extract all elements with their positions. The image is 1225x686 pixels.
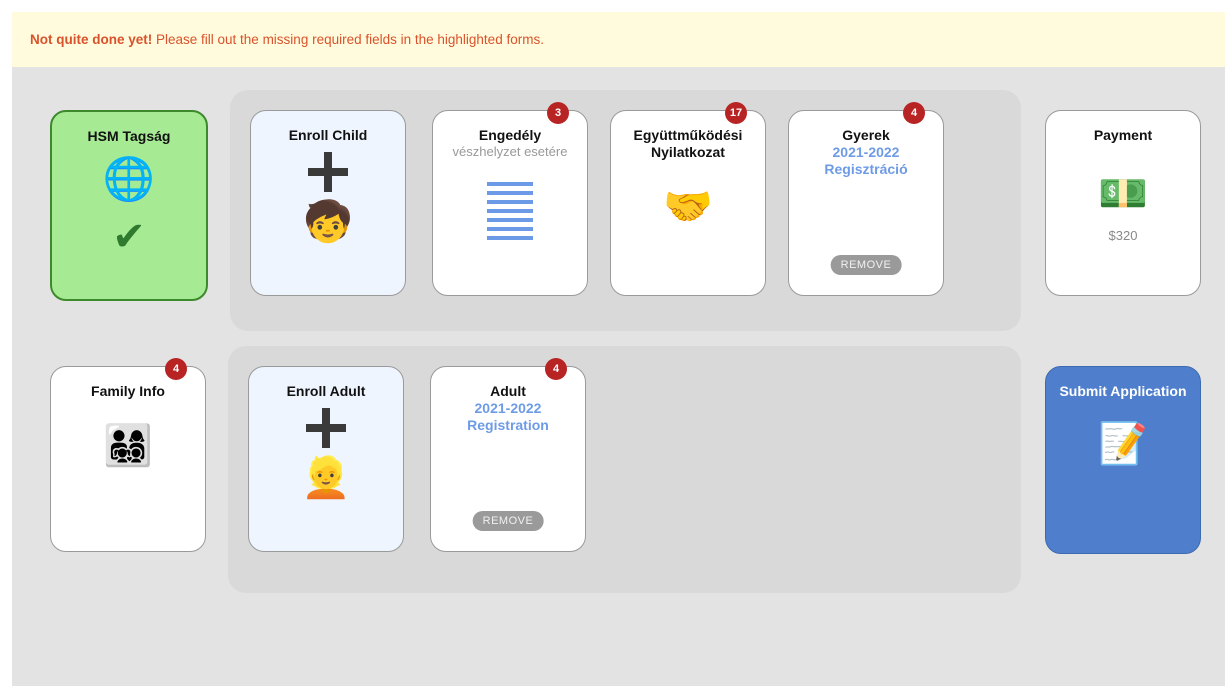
child-icon: 🧒 [303, 200, 353, 244]
gyerek-card[interactable]: 4 Gyerek 2021-2022 Regisztráció REMOVE [788, 102, 944, 296]
adult-year: 2021-2022 [474, 400, 542, 416]
adult-subtitle: Registration [467, 417, 549, 433]
adult-remove-button[interactable]: REMOVE [472, 511, 544, 531]
enroll-adult-card[interactable]: Enroll Adult 👱 [248, 366, 404, 552]
top-strip [0, 0, 1225, 12]
submit-title: Submit Application [1059, 383, 1187, 399]
engedely-card[interactable]: 3 Engedély vészhelyzet esetére [432, 102, 588, 296]
adult-card[interactable]: 4 Adult 2021-2022 Registration REMOVE [430, 358, 586, 552]
globe-icon: 🌐 [102, 155, 156, 202]
handshake-icon: 🤝 [663, 185, 713, 229]
family-info-title: Family Info [91, 383, 165, 399]
gyerek-subtitle: Regisztráció [824, 161, 908, 177]
engedely-badge: 3 [547, 102, 569, 124]
adult-badge: 4 [545, 358, 567, 380]
gyerek-title: Gyerek [842, 127, 890, 143]
alert-strong: Not quite done yet! [30, 32, 153, 47]
nyilatkozat-card[interactable]: 17 Együttműködési Nyilatkozat 🤝 [610, 102, 766, 296]
gyerek-badge: 4 [903, 102, 925, 124]
payment-card[interactable]: Payment 💵 $320 [1045, 110, 1201, 296]
plus-icon [308, 152, 348, 192]
gyerek-remove-button[interactable]: REMOVE [830, 255, 902, 275]
payment-title: Payment [1093, 127, 1153, 143]
checkmark-icon: ✔ [112, 215, 146, 259]
plus-icon [306, 408, 346, 448]
enroll-child-card[interactable]: Enroll Child 🧒 [250, 110, 406, 296]
memo-icon: 📝 [1098, 422, 1148, 466]
adult-icon: 👱 [301, 456, 351, 500]
membership-title: HSM Tagság [87, 128, 171, 144]
gyerek-year: 2021-2022 [832, 144, 900, 160]
nyilatkozat-badge: 17 [725, 102, 747, 124]
alert-text: Please fill out the missing required fie… [152, 32, 544, 47]
adult-title: Adult [490, 383, 526, 399]
family-info-card[interactable]: 4 Family Info 👨‍👩‍👧‍👦 [50, 358, 206, 552]
engedely-title: Engedély [478, 127, 542, 143]
family-info-badge: 4 [165, 358, 187, 380]
stage: HSM Tagság 🌐 ✔ Enroll Child 🧒 3 Engedély… [12, 67, 1225, 686]
membership-card[interactable]: HSM Tagság 🌐 ✔ [50, 110, 208, 301]
document-lines-icon [487, 182, 533, 240]
enroll-child-title: Enroll Child [288, 127, 368, 143]
enroll-adult-title: Enroll Adult [286, 383, 366, 399]
nyilatkozat-title: Együttműködési Nyilatkozat [633, 127, 743, 160]
submit-application-card[interactable]: Submit Application 📝 [1045, 366, 1201, 554]
money-icon: 💵 [1098, 172, 1148, 216]
engedely-subtitle: vészhelyzet esetére [452, 144, 568, 159]
alert-banner: Not quite done yet! Please fill out the … [12, 12, 1225, 67]
family-icon: 👨‍👩‍👧‍👦 [103, 424, 153, 468]
payment-amount: $320 [1108, 228, 1138, 243]
